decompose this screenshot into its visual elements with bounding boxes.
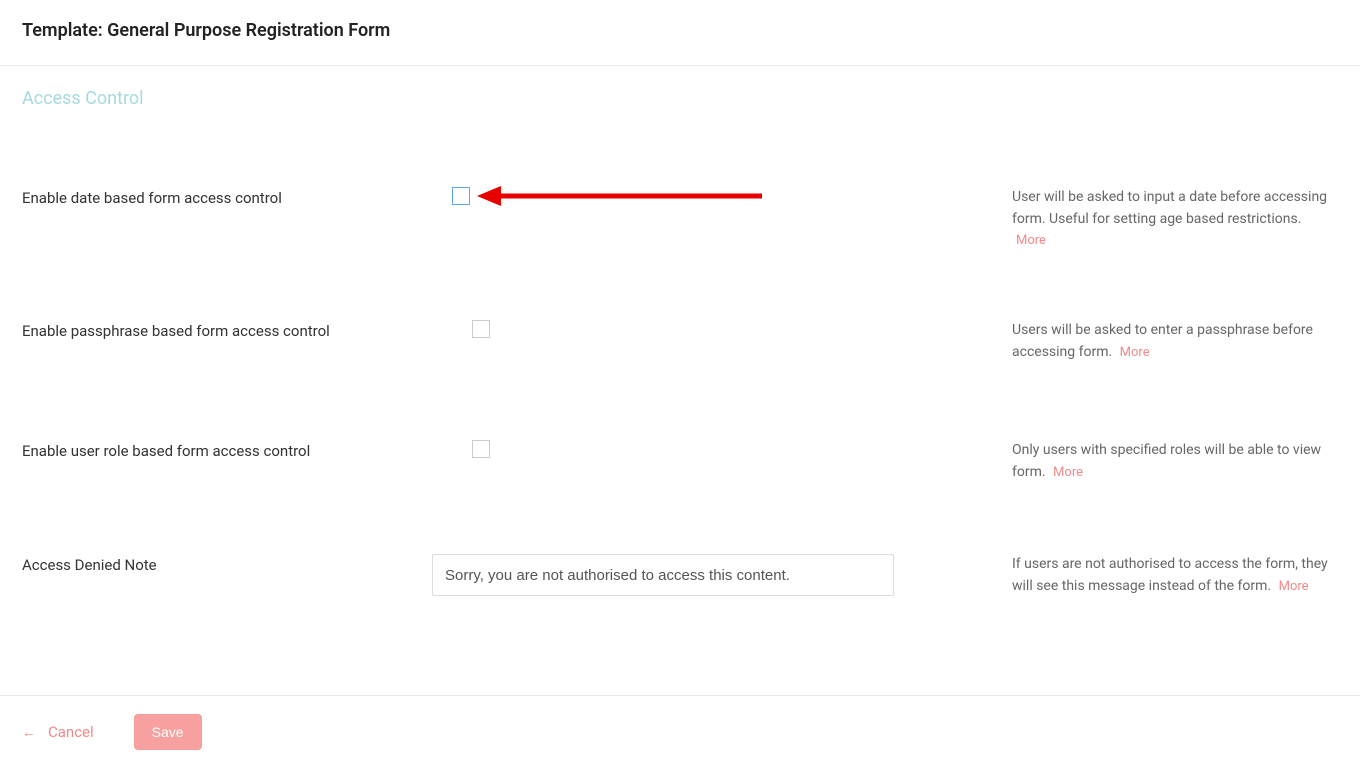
- help-text-role-access: Only users with specified roles will be …: [1012, 442, 1321, 480]
- more-link-passphrase-access[interactable]: More: [1120, 345, 1150, 360]
- checkbox-passphrase-access[interactable]: [472, 320, 490, 338]
- form-row-role-access: Enable user role based form access contr…: [22, 372, 1338, 492]
- page-header: Template: General Purpose Registration F…: [0, 0, 1360, 66]
- control-col: [432, 320, 1012, 338]
- label-col: Access Denied Note: [22, 554, 432, 574]
- footer: ← Cancel Save: [0, 695, 1360, 768]
- label-col: Enable passphrase based form access cont…: [22, 320, 432, 340]
- more-link-date-access[interactable]: More: [1016, 233, 1046, 248]
- checkbox-date-access[interactable]: [452, 187, 470, 205]
- form-section: Enable date based form access control Us…: [0, 119, 1360, 597]
- help-col: Users will be asked to enter a passphras…: [1012, 320, 1338, 363]
- cancel-button[interactable]: ← Cancel: [22, 723, 94, 741]
- form-row-denied-note: Access Denied Note If users are not auth…: [22, 492, 1338, 597]
- field-label-role-access: Enable user role based form access contr…: [22, 442, 310, 460]
- cancel-label: Cancel: [48, 723, 94, 741]
- form-row-passphrase-access: Enable passphrase based form access cont…: [22, 252, 1338, 372]
- more-link-denied-note[interactable]: More: [1279, 579, 1309, 594]
- help-col: User will be asked to input a date befor…: [1012, 187, 1338, 252]
- help-col: Only users with specified roles will be …: [1012, 440, 1338, 483]
- section-title: Access Control: [0, 66, 1360, 119]
- field-label-passphrase-access: Enable passphrase based form access cont…: [22, 322, 330, 340]
- control-col: [432, 440, 1012, 458]
- control-col: [432, 187, 1012, 205]
- checkbox-role-access[interactable]: [472, 440, 490, 458]
- help-text-passphrase-access: Users will be asked to enter a passphras…: [1012, 322, 1313, 360]
- form-row-date-access: Enable date based form access control Us…: [22, 119, 1338, 252]
- control-col: [432, 554, 1012, 596]
- help-col: If users are not authorised to access th…: [1012, 554, 1338, 597]
- input-denied-note[interactable]: [432, 554, 894, 596]
- help-text-date-access: User will be asked to input a date befor…: [1012, 189, 1327, 248]
- page-title: Template: General Purpose Registration F…: [22, 20, 1338, 41]
- field-label-date-access: Enable date based form access control: [22, 189, 282, 207]
- annotation-arrow-icon: [477, 181, 767, 211]
- label-col: Enable date based form access control: [22, 187, 432, 207]
- field-label-denied-note: Access Denied Note: [22, 556, 157, 574]
- help-text-denied-note: If users are not authorised to access th…: [1012, 556, 1328, 594]
- arrow-left-icon: ←: [22, 724, 36, 741]
- save-button[interactable]: Save: [134, 714, 202, 750]
- more-link-role-access[interactable]: More: [1053, 465, 1083, 480]
- label-col: Enable user role based form access contr…: [22, 440, 432, 460]
